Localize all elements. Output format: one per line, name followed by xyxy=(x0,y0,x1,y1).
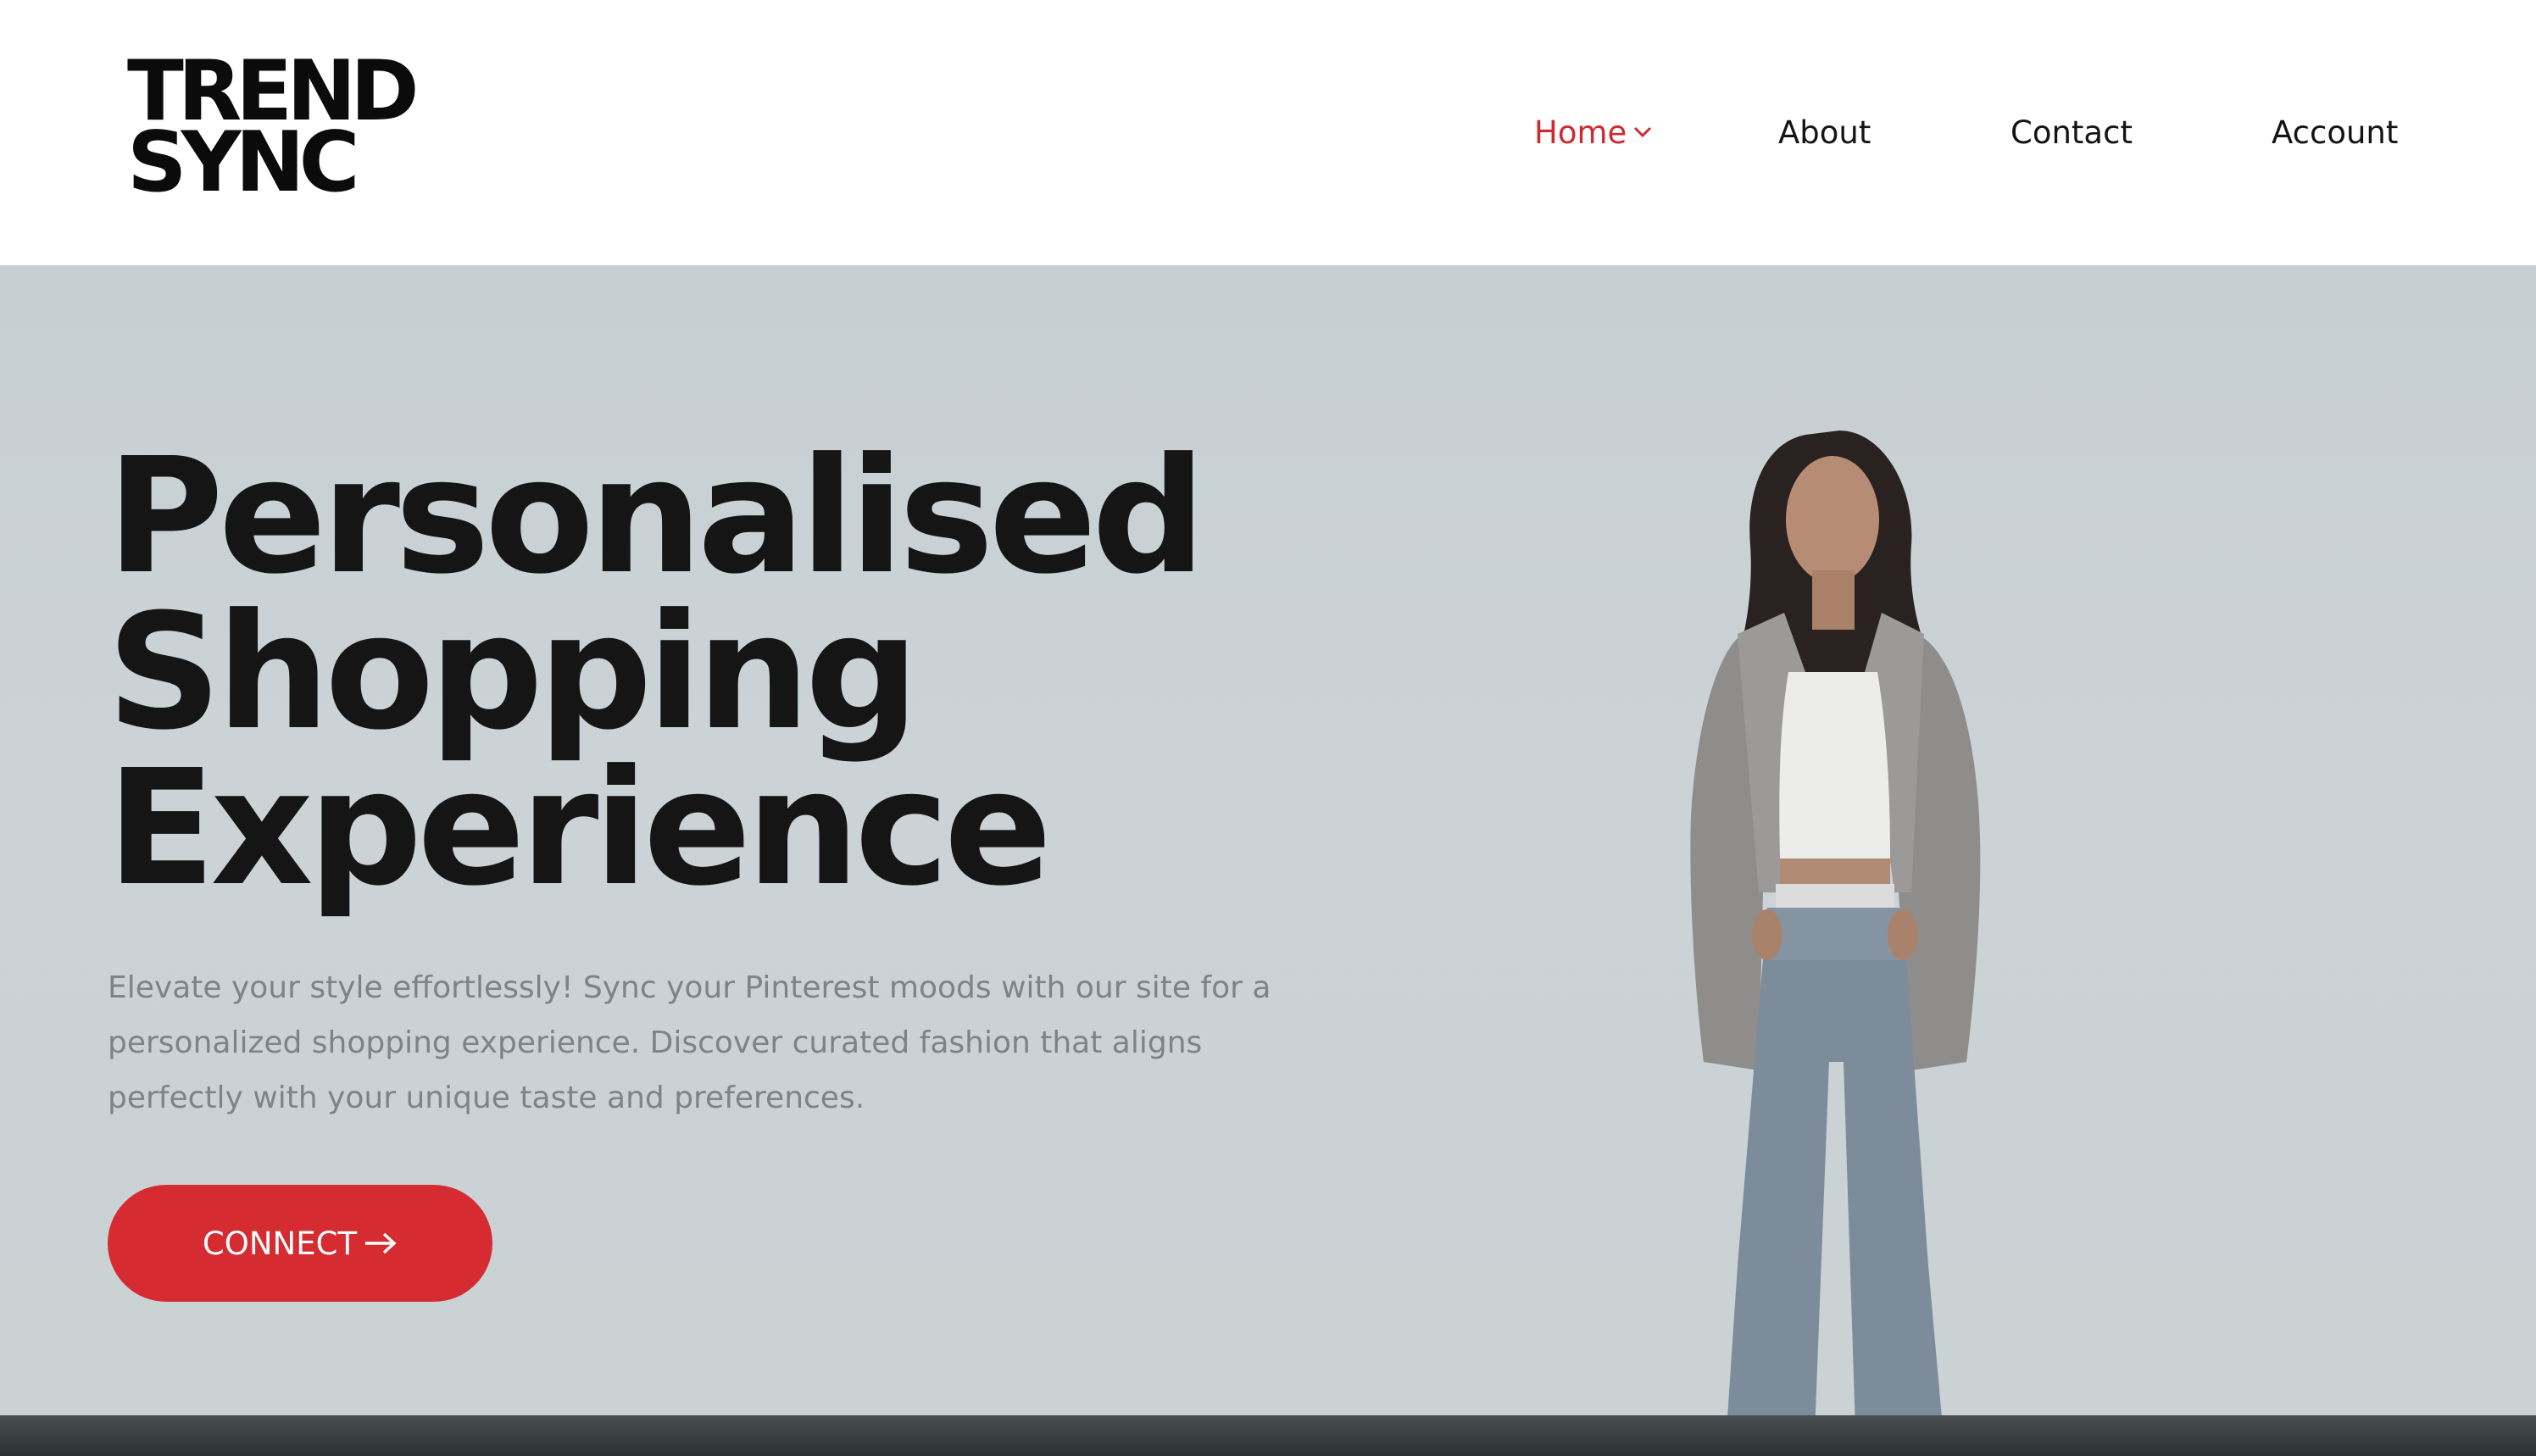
nav-item-contact-label: Contact xyxy=(2010,114,2133,151)
site-header: TREND SYNC Home About Contact Account xyxy=(0,0,2536,265)
connect-button[interactable]: CONNECT xyxy=(108,1185,492,1302)
nav-item-about[interactable]: About xyxy=(1778,107,1871,158)
arrow-right-icon xyxy=(365,1232,397,1254)
hero-model-image xyxy=(1690,431,1981,1456)
nav-item-account[interactable]: Account xyxy=(2272,107,2398,158)
nav-item-account-label: Account xyxy=(2272,114,2399,151)
floor xyxy=(0,1415,2536,1456)
hero-description: Elevate your style effortlessly! Sync yo… xyxy=(108,970,1271,1115)
nav-item-contact[interactable]: Contact xyxy=(2010,107,2133,158)
chevron-down-icon xyxy=(1634,126,1652,138)
nav-item-about-label: About xyxy=(1778,114,1871,151)
hero-section: Personalised Shopping Experience Elevate… xyxy=(0,265,2536,1456)
nav-item-home-label: Home xyxy=(1534,114,1627,151)
hero-title-line-1: Personalised xyxy=(107,424,1206,609)
hero-title-line-3: Experience xyxy=(107,736,1052,921)
hero-title-line-2: Shopping xyxy=(107,580,919,765)
connect-button-label: CONNECT xyxy=(202,1225,358,1262)
nav-item-home[interactable]: Home xyxy=(1534,107,1652,158)
main-nav: Home About Contact Account xyxy=(0,107,2536,158)
hero-title: Personalised Shopping Experience xyxy=(107,424,1206,921)
page: TREND SYNC Home About Contact Account Pe… xyxy=(0,0,2536,1456)
